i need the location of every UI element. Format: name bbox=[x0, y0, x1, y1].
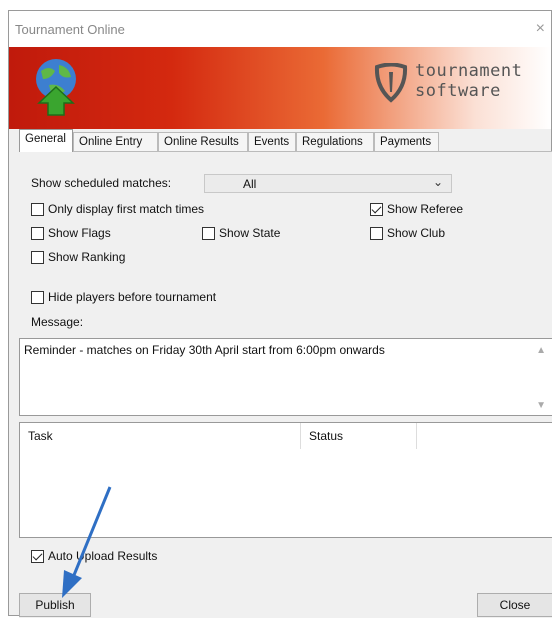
show-club-label: Show Club bbox=[387, 226, 446, 240]
close-icon[interactable]: × bbox=[536, 20, 545, 38]
scroll-down-icon[interactable]: ▼ bbox=[536, 400, 546, 411]
logo-line-2: software bbox=[415, 81, 501, 101]
dropdown-arrow-icon: ⌄ bbox=[432, 175, 443, 189]
general-panel: Show scheduled matches: All ⌄ Only displ… bbox=[19, 151, 552, 618]
first-match-label: Only display first match times bbox=[48, 202, 205, 216]
scheduled-matches-label: Show scheduled matches: bbox=[31, 176, 172, 190]
status-column-header[interactable]: Status bbox=[301, 423, 416, 449]
tab-regulations[interactable]: Regulations bbox=[296, 132, 374, 151]
show-referee-label: Show Referee bbox=[387, 202, 464, 216]
task-column-header[interactable]: Task bbox=[20, 423, 300, 449]
tab-general[interactable]: General bbox=[19, 129, 73, 152]
logo-line-1: tournament bbox=[415, 61, 523, 81]
message-label: Message: bbox=[31, 315, 84, 329]
close-button[interactable]: Close bbox=[477, 593, 552, 617]
scheduled-matches-select[interactable]: All ⌄ bbox=[204, 174, 452, 193]
task-table: Task Status bbox=[19, 422, 552, 538]
globe-upload-icon bbox=[36, 59, 76, 116]
tab-payments[interactable]: Payments bbox=[374, 132, 439, 151]
message-textarea[interactable]: Reminder - matches on Friday 30th April … bbox=[19, 338, 552, 416]
show-ranking-label: Show Ranking bbox=[48, 250, 126, 264]
first-match-checkbox[interactable] bbox=[31, 203, 44, 216]
scheduled-matches-value: All bbox=[243, 177, 257, 191]
auto-upload-checkbox[interactable] bbox=[31, 550, 44, 563]
auto-upload-label: Auto Upload Results bbox=[48, 549, 158, 563]
hide-players-checkbox[interactable] bbox=[31, 291, 44, 304]
empty-column-header bbox=[417, 423, 552, 449]
scroll-up-icon[interactable]: ▲ bbox=[536, 345, 546, 356]
title-bar: Tournament Online × bbox=[9, 11, 551, 47]
show-flags-label: Show Flags bbox=[48, 226, 111, 240]
show-referee-checkbox[interactable] bbox=[370, 203, 383, 216]
header-banner: tournament software bbox=[9, 47, 551, 129]
tournament-online-window: Tournament Online × tournament software … bbox=[8, 10, 552, 618]
tab-events[interactable]: Events bbox=[248, 132, 296, 151]
hide-players-label: Hide players before tournament bbox=[48, 290, 217, 304]
tab-online-entry[interactable]: Online Entry bbox=[73, 132, 158, 151]
publish-button[interactable]: Publish bbox=[19, 593, 91, 617]
tab-online-results[interactable]: Online Results bbox=[158, 132, 248, 151]
logo-text: tournament software bbox=[415, 61, 522, 101]
show-ranking-checkbox[interactable] bbox=[31, 251, 44, 264]
message-text: Reminder - matches on Friday 30th April … bbox=[24, 343, 385, 357]
show-state-checkbox[interactable] bbox=[202, 227, 215, 240]
show-state-label: Show State bbox=[219, 226, 281, 240]
show-flags-checkbox[interactable] bbox=[31, 227, 44, 240]
tournament-software-logo: tournament software bbox=[365, 55, 545, 119]
show-club-checkbox[interactable] bbox=[370, 227, 383, 240]
window-title: Tournament Online bbox=[15, 22, 125, 37]
shield-logo-icon bbox=[374, 63, 408, 103]
